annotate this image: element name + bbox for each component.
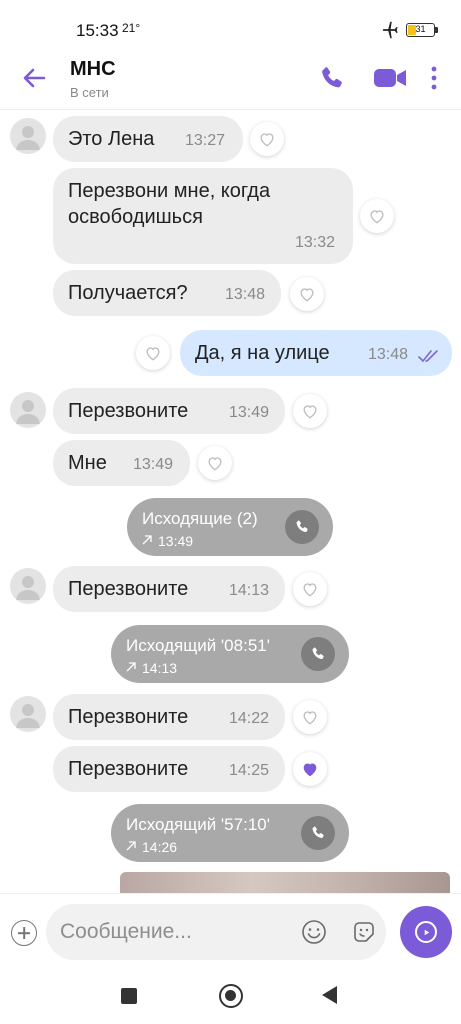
send-button[interactable] <box>400 906 452 958</box>
message-time: 13:49 <box>133 456 174 473</box>
status-time: 15:33 <box>76 21 119 40</box>
status-temperature: 21° <box>122 21 141 35</box>
message-bubble[interactable]: Получается? 13:48 <box>53 270 281 316</box>
composer-bar <box>0 893 461 971</box>
avatar-placeholder-icon <box>16 400 40 424</box>
message-bubble[interactable]: Перезвоните 14:25 <box>53 746 285 792</box>
message-text: Перезвоните <box>68 578 189 600</box>
back-arrow-icon[interactable] <box>18 62 50 94</box>
call-time: 14:26 <box>142 839 178 855</box>
message-time: 13:48 <box>225 286 266 303</box>
phone-icon[interactable] <box>316 62 348 94</box>
call-event[interactable]: Исходящие (2) 13:49 <box>127 498 333 556</box>
video-camera-icon[interactable] <box>372 62 408 94</box>
chat-header: МНС В сети <box>0 52 461 110</box>
double-check-icon <box>418 350 438 362</box>
contact-status: В сети <box>70 85 109 100</box>
message-bubble[interactable]: Мне 13:49 <box>53 440 190 486</box>
message-text-line-2: освободишься <box>68 206 203 228</box>
call-title: Исходящий '08:51' <box>126 636 270 655</box>
sticker-icon[interactable] <box>350 918 378 946</box>
battery-icon: 31 <box>406 23 435 37</box>
send-icon <box>415 921 437 943</box>
call-phone-icon[interactable] <box>285 510 319 544</box>
heart-filled-icon[interactable] <box>293 752 327 786</box>
message-text: Перезвоните <box>68 706 189 728</box>
heart-icon[interactable] <box>136 336 170 370</box>
message-time: 13:49 <box>229 404 270 421</box>
avatar-placeholder-icon <box>16 576 40 600</box>
message-text: Перезвоните <box>68 758 189 780</box>
battery-level: 31 <box>415 24 426 34</box>
message-text-line-1: Перезвони мне, когда <box>68 180 271 202</box>
call-title: Исходящий '57:10' <box>126 815 270 834</box>
call-event[interactable]: Исходящий '08:51' 14:13 <box>111 625 349 683</box>
contact-name[interactable]: МНС <box>70 58 116 81</box>
message-input[interactable] <box>46 904 386 960</box>
call-time: 13:49 <box>158 533 194 549</box>
outgoing-arrow-icon <box>142 535 152 545</box>
message-bubble[interactable]: Перезвони мне, когда освободишься 13:32 <box>53 168 353 264</box>
message-text: Перезвоните <box>68 400 189 422</box>
message-bubble[interactable]: Перезвоните 14:22 <box>53 694 285 740</box>
message-bubble[interactable]: Перезвоните 14:13 <box>53 566 285 612</box>
message-time: 13:27 <box>185 132 226 149</box>
image-message-preview[interactable] <box>120 872 450 893</box>
avatar-placeholder-icon <box>16 126 40 150</box>
message-list[interactable]: Это Лена 13:27 Перезвони мне, когда осво… <box>0 110 461 893</box>
message-time: 14:22 <box>229 710 270 727</box>
heart-icon[interactable] <box>198 446 232 480</box>
message-text: Это Лена <box>68 128 155 150</box>
message-time: 14:25 <box>229 762 270 779</box>
heart-icon[interactable] <box>290 277 324 311</box>
airplane-icon <box>382 21 398 39</box>
emoji-icon[interactable] <box>300 918 328 946</box>
message-text: Да, я на улице <box>195 342 330 364</box>
battery-cap <box>435 27 438 33</box>
call-phone-icon[interactable] <box>301 816 335 850</box>
heart-icon[interactable] <box>293 700 327 734</box>
message-bubble[interactable]: Перезвоните 13:49 <box>53 388 285 434</box>
call-time: 14:13 <box>142 660 178 676</box>
heart-icon[interactable] <box>360 199 394 233</box>
system-nav-bar <box>0 971 461 1024</box>
message-text: Получается? <box>68 282 188 304</box>
more-vertical-icon[interactable] <box>422 62 446 94</box>
avatar[interactable] <box>10 568 46 604</box>
outgoing-arrow-icon <box>126 841 136 851</box>
back-icon[interactable] <box>322 986 337 1004</box>
outgoing-arrow-icon <box>126 662 136 672</box>
call-title: Исходящие (2) <box>142 509 258 528</box>
call-event[interactable]: Исходящий '57:10' 14:26 <box>111 804 349 862</box>
avatar[interactable] <box>10 392 46 428</box>
message-bubble[interactable]: Это Лена 13:27 <box>53 116 243 162</box>
message-text: Мне <box>68 452 107 474</box>
message-time: 13:48 <box>368 346 409 363</box>
heart-icon[interactable] <box>250 122 284 156</box>
call-phone-icon[interactable] <box>301 637 335 671</box>
avatar[interactable] <box>10 118 46 154</box>
outgoing-message-bubble[interactable]: Да, я на улице 13:48 <box>180 330 452 376</box>
heart-icon[interactable] <box>293 394 327 428</box>
message-time: 13:32 <box>295 234 336 251</box>
status-bar: 15:33 21° 31 <box>0 0 461 52</box>
avatar-placeholder-icon <box>16 704 40 728</box>
home-icon[interactable] <box>219 984 243 1008</box>
heart-icon[interactable] <box>293 572 327 606</box>
plus-icon[interactable] <box>11 920 37 946</box>
message-time: 14:13 <box>229 582 270 599</box>
avatar[interactable] <box>10 696 46 732</box>
recents-icon[interactable] <box>121 988 137 1004</box>
